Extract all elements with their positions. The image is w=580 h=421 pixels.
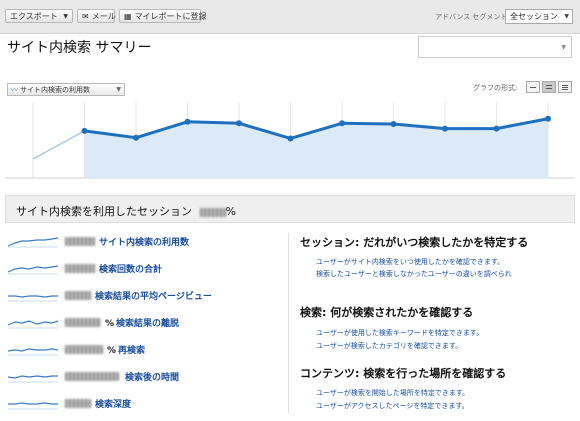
data-point[interactable] [339,120,345,127]
graph-format-month-button[interactable] [558,81,572,93]
sessions-link-2[interactable]: 検索したユーザーと検索しなかったユーザーの違いを調べられ [316,269,512,279]
email-button[interactable]: ✉ メール [77,9,116,23]
graph-metric-select[interactable]: 〰サイト内検索の利用数 ▼ [7,83,125,96]
sparkline-icon [7,348,59,356]
data-point[interactable] [390,121,397,128]
metric-link[interactable]: 検索回数の合計 [99,262,162,275]
sparkline-icon [7,265,59,275]
redacted-value [199,207,226,217]
percent-sign: % [225,205,236,218]
section-title-text: サイト内検索を利用したセッション [16,205,192,218]
section-header: サイト内検索を利用したセッション % [5,195,575,223]
partial-series-line [32,130,85,160]
data-point[interactable] [236,120,242,127]
export-label: エクスポート [10,12,58,21]
percent-sign: % [107,346,117,356]
column-divider [288,233,289,413]
line-chart [5,102,575,179]
metric-link[interactable]: サイト内検索の利用数 [99,235,189,248]
section-heading-sessions: セッション: だれがいつ検索したかを特定する [300,236,529,249]
metric-link-label[interactable]: 検索結果の離脱 [116,319,179,329]
grid-icon: ▦ [124,12,132,21]
chevron-down-icon: ▼ [116,86,121,93]
export-button[interactable]: エクスポート ▼ [5,9,73,23]
envelope-icon: ✉ [82,12,89,21]
dashboard-label: マイレポートに登録 [134,12,207,21]
data-point[interactable] [81,127,88,134]
graph-metric-label: サイト内検索の利用数 [20,86,90,94]
redacted-value [65,345,103,354]
data-point[interactable] [545,115,551,122]
data-point[interactable] [493,125,500,132]
section-heading-searches: 検索: 何が検索されたかを確認する [300,306,474,319]
redacted-value [65,264,95,273]
content-link-1[interactable]: ユーザーが検索を開始した場所を特定できます。 [316,388,469,398]
searches-link-2[interactable]: ユーザーが検索したカテゴリを確認できます。 [316,341,462,351]
date-range-select[interactable]: ▼ [418,36,572,58]
email-label: メール [91,12,116,21]
metric-link[interactable]: 検索結果の平均ページビュー [95,289,212,302]
redacted-value [65,291,91,300]
sessions-link-1[interactable]: ユーザーがサイト内検索をいつ使用したかを確認できます。 [316,257,504,267]
graph-format-week-button[interactable] [542,81,556,93]
section-heading-content: コンテンツ: 検索を行った場所を確認する [300,367,507,380]
metric-link-label[interactable]: 再検索 [118,346,145,356]
page-title: サイト内検索 サマリー [7,40,152,56]
redacted-value [65,372,119,381]
add-to-dashboard-button[interactable]: ▦ マイレポートに登録 [119,9,207,23]
toolbar: エクスポート ▼ ✉ メール ▦ マイレポートに登録 アドバンス セグメント: 全セ… [0,0,580,34]
chevron-down-icon: ▼ [564,13,569,20]
line-chart-icon: 〰 [11,86,18,94]
graph-format-label: グラフの形式: [473,84,518,92]
redacted-value [65,399,91,408]
data-point[interactable] [287,135,294,142]
metric-link: % 再検索 [107,343,145,356]
graph-format-day-button[interactable] [526,81,540,93]
chevron-down-icon: ▼ [561,44,566,51]
sparkline-icon [7,320,59,329]
segment-value: 全セッション [510,12,558,21]
chevron-down-icon: ▼ [63,13,68,20]
metric-link[interactable]: 検索深度 [95,397,131,410]
percent-sign: % [105,319,115,329]
content-link-2[interactable]: ユーザーがアクセスしたページを特定できます。 [316,401,469,411]
sparkline-icon [7,237,59,248]
metric-link: % 検索結果の離脱 [105,316,179,329]
metric-link[interactable]: 検索後の時間 [125,370,179,383]
redacted-value [65,237,95,246]
segment-select[interactable]: 全セッション ▼ [505,9,573,24]
data-point[interactable] [184,118,191,125]
sparkline-icon [8,295,58,302]
section-title: サイト内検索を利用したセッション % [16,203,236,219]
sparkline-icon [7,375,58,383]
data-point[interactable] [442,125,448,132]
redacted-value [65,318,101,327]
sparkline-icon [8,402,58,410]
advanced-segment-label: アドバンス セグメント: [435,13,510,21]
data-point[interactable] [133,134,139,141]
searches-link-1[interactable]: ユーザーが使用した検索キーワードを特定できます。 [316,328,483,338]
